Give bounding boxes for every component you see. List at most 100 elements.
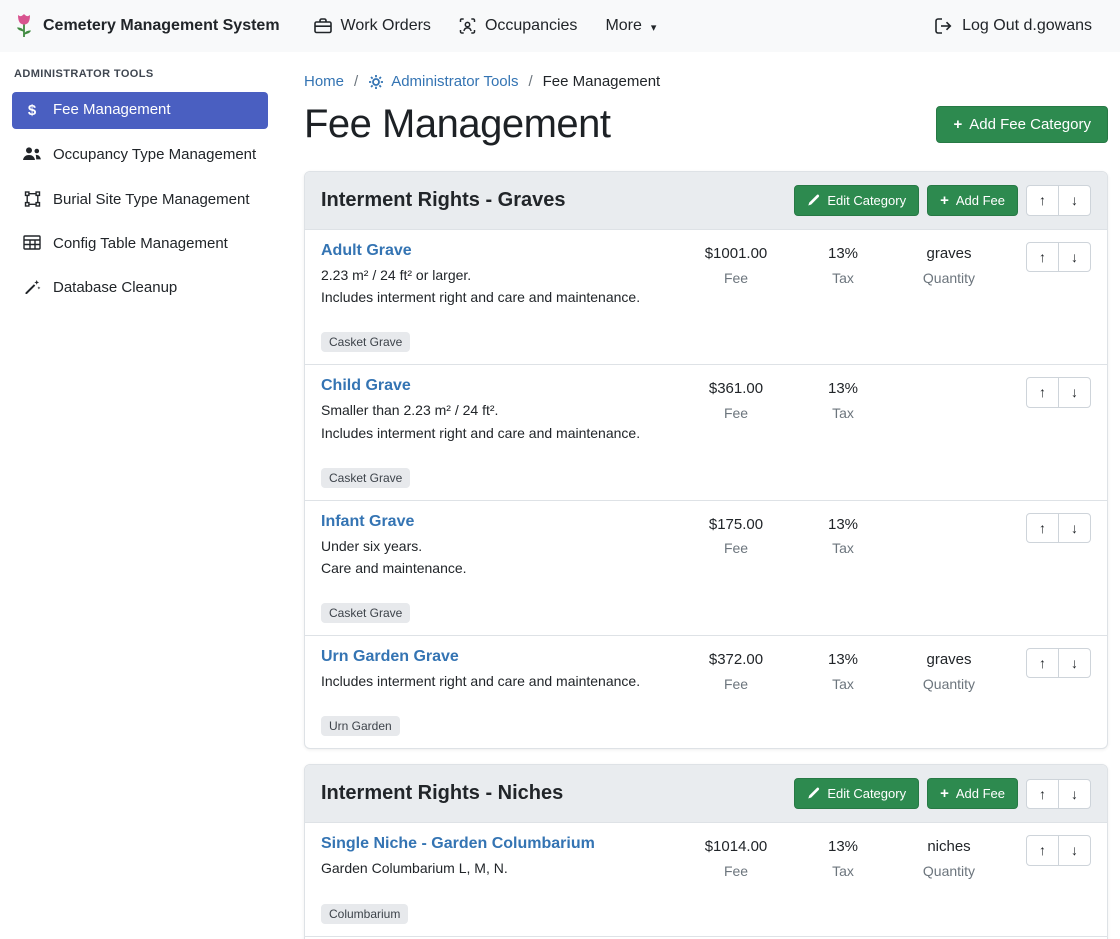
- fee-move-up-button[interactable]: ↑: [1026, 377, 1059, 407]
- fee-move-up-button[interactable]: ↑: [1026, 513, 1059, 543]
- sidebar-item-fee-management[interactable]: $ Fee Management: [12, 92, 268, 129]
- nav-occupancies[interactable]: Occupancies: [445, 9, 592, 43]
- fee-move-down-button[interactable]: ↓: [1058, 835, 1091, 865]
- fee-tag: Urn Garden: [321, 716, 400, 736]
- fee-reorder-group: ↑↓: [1026, 648, 1091, 678]
- work-orders-icon: [314, 18, 332, 34]
- fee-name-link[interactable]: Infant Grave: [321, 513, 414, 531]
- fee-move-up-button[interactable]: ↑: [1026, 835, 1059, 865]
- fee-description: Garden Columbarium L, M, N.: [321, 859, 668, 877]
- nav-work-orders[interactable]: Work Orders: [300, 9, 445, 43]
- fee-category-card: Interment Rights - NichesEdit Category+A…: [304, 764, 1108, 939]
- fee-amount-column: $361.00Fee: [680, 377, 792, 421]
- fee-amount-label: Fee: [680, 540, 792, 556]
- fee-details: Adult Grave2.23 m² / 24 ft² or larger.In…: [321, 242, 668, 352]
- category-actions: Edit Category +Add Fee ↑↓: [794, 778, 1091, 809]
- breadcrumb-admin-tools-label: Administrator Tools: [391, 73, 518, 90]
- fee-details: Urn Garden Grave Includes interment right…: [321, 648, 668, 736]
- fee-tax-value: 13%: [804, 837, 882, 857]
- logout-label: Log Out d.gowans: [962, 17, 1092, 35]
- fee-category-card: Interment Rights - GravesEdit Category+A…: [304, 171, 1108, 749]
- logout-link[interactable]: Log Out d.gowans: [921, 9, 1106, 43]
- fee-tag: Casket Grave: [321, 468, 410, 488]
- breadcrumb-separator: /: [354, 73, 358, 90]
- edit-category-button[interactable]: Edit Category: [794, 778, 919, 809]
- sidebar-item-occupancy-type-management[interactable]: Occupancy Type Management: [12, 137, 268, 173]
- fee-tag: Casket Grave: [321, 603, 410, 623]
- app-brand[interactable]: Cemetery Management System: [14, 13, 280, 40]
- logout-icon: [935, 18, 953, 34]
- sidebar-item-burial-site-type-management[interactable]: Burial Site Type Management: [12, 182, 268, 218]
- fee-quantity-column: [894, 513, 1004, 521]
- fee-amount-value: $1001.00: [680, 244, 792, 264]
- fee-tag: Casket Grave: [321, 332, 410, 352]
- category-move-down-button[interactable]: ↓: [1058, 779, 1091, 809]
- plus-icon: +: [940, 786, 949, 801]
- fee-tax-value: 13%: [804, 650, 882, 670]
- fee-name-link[interactable]: Single Niche - Garden Columbarium: [321, 835, 595, 853]
- breadcrumb-admin-tools-link[interactable]: Administrator Tools: [368, 73, 518, 90]
- fee-amount-value: $1014.00: [680, 837, 792, 857]
- fee-amount-value: $372.00: [680, 650, 792, 670]
- edit-category-button[interactable]: Edit Category: [794, 185, 919, 216]
- nav-work-orders-label: Work Orders: [341, 17, 431, 35]
- fee-tax-label: Tax: [804, 540, 882, 556]
- occupancies-icon: [459, 18, 476, 34]
- fee-move-down-button[interactable]: ↓: [1058, 648, 1091, 678]
- add-fee-button[interactable]: + Add Fee: [927, 185, 1018, 216]
- fee-tax-column: 13% Tax: [804, 835, 882, 879]
- fee-quantity-label: Quantity: [894, 676, 1004, 692]
- fee-move-down-button[interactable]: ↓: [1058, 242, 1091, 272]
- nav-occupancies-label: Occupancies: [485, 17, 578, 35]
- fee-tax-label: Tax: [804, 270, 882, 286]
- category-list: Interment Rights - GravesEdit Category+A…: [304, 171, 1108, 939]
- plus-icon: +: [953, 117, 962, 132]
- fee-quantity-label: Quantity: [894, 270, 1004, 286]
- fee-tax-column: 13% Tax: [804, 242, 882, 286]
- breadcrumb-home-link[interactable]: Home: [304, 73, 344, 90]
- fee-description: Includes interment right and care and ma…: [321, 424, 668, 442]
- category-move-up-button[interactable]: ↑: [1026, 779, 1059, 809]
- add-fee-button[interactable]: +Add Fee: [927, 778, 1018, 809]
- category-header: Interment Rights - NichesEdit Category+A…: [305, 765, 1107, 822]
- fee-row: Single Niche - Garden Columbarium Garden …: [305, 822, 1107, 935]
- fee-move-down-button[interactable]: ↓: [1058, 377, 1091, 407]
- plus-icon: +: [940, 193, 949, 208]
- fee-tax-value: 13%: [804, 515, 882, 535]
- fee-move-up-button[interactable]: ↑: [1026, 648, 1059, 678]
- fee-amount-label: Fee: [680, 863, 792, 879]
- breadcrumb: Home / Administrator Tools / Fee Managem…: [304, 73, 1108, 90]
- fee-description: 2.23 m² / 24 ft² or larger.: [321, 266, 668, 284]
- fee-tax-column: 13%Tax: [804, 377, 882, 421]
- fee-amount-column: $175.00Fee: [680, 513, 792, 557]
- fee-tax-column: 13% Tax: [804, 513, 882, 557]
- vector-square-icon: [22, 191, 42, 207]
- fee-tax-value: 13%: [804, 244, 882, 264]
- category-actions: Edit Category + Add Fee ↑↓: [794, 185, 1091, 216]
- fee-row: Companion Niche - Garden ColumbariumGard…: [305, 936, 1107, 939]
- fee-name-link[interactable]: Adult Grave: [321, 242, 412, 260]
- category-move-up-button[interactable]: ↑: [1026, 185, 1059, 215]
- top-navbar: Cemetery Management System Work Orders O…: [0, 0, 1120, 52]
- fee-quantity-value: niches: [894, 837, 1004, 857]
- nav-more[interactable]: More ▾: [591, 9, 670, 43]
- fee-name-link[interactable]: Urn Garden Grave: [321, 648, 459, 666]
- fee-move-down-button[interactable]: ↓: [1058, 513, 1091, 543]
- fee-tax-label: Tax: [804, 863, 882, 879]
- fee-move-up-button[interactable]: ↑: [1026, 242, 1059, 272]
- main-content: Home / Administrator Tools / Fee Managem…: [280, 52, 1120, 939]
- fee-description: Includes interment right and care and ma…: [321, 672, 668, 690]
- pencil-icon: [807, 787, 820, 800]
- category-move-down-button[interactable]: ↓: [1058, 185, 1091, 215]
- sidebar-item-label: Occupancy Type Management: [53, 145, 256, 165]
- sidebar-item-config-table-management[interactable]: Config Table Management: [12, 226, 268, 262]
- fee-details: Child Grave Smaller than 2.23 m² / 24 ft²…: [321, 377, 668, 487]
- sidebar-item-database-cleanup[interactable]: Database Cleanup: [12, 270, 268, 306]
- add-fee-label: Add Fee: [956, 193, 1005, 208]
- fee-amount-column: $1014.00 Fee: [680, 835, 792, 879]
- app-logo-icon: [14, 13, 34, 40]
- fee-name-link[interactable]: Child Grave: [321, 377, 411, 395]
- add-fee-category-button[interactable]: + Add Fee Category: [936, 106, 1108, 143]
- page-title: Fee Management: [304, 102, 611, 147]
- fee-description: Smaller than 2.23 m² / 24 ft².: [321, 401, 668, 419]
